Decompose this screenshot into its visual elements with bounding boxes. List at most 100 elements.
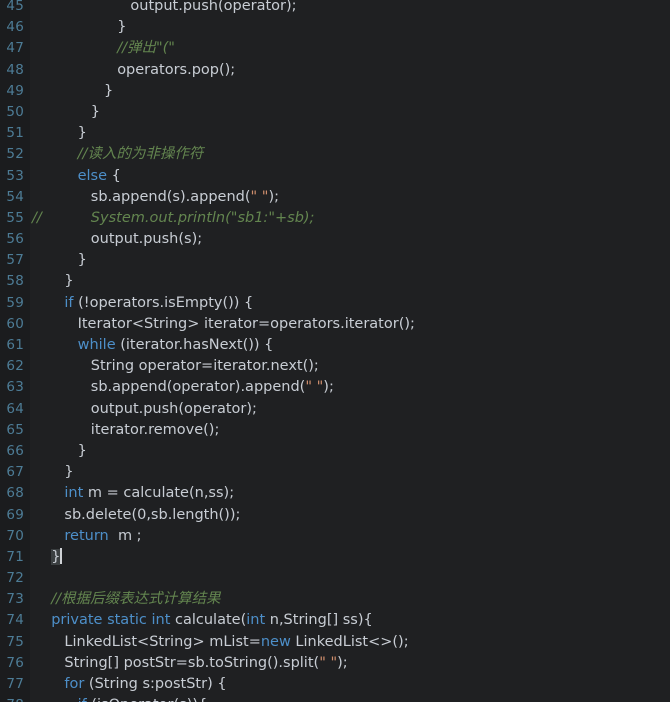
code-token-kw: if bbox=[64, 294, 74, 311]
code-line[interactable]: 64 output.push(operator); bbox=[0, 399, 670, 420]
line-number: 77 bbox=[6, 676, 24, 692]
code-token-kw: for bbox=[64, 676, 85, 692]
line-number: 64 bbox=[6, 400, 24, 417]
code-line[interactable]: 53 else { bbox=[0, 166, 670, 187]
code-token-plain: LinkedList<String> mList= bbox=[64, 633, 261, 650]
code-line[interactable]: 65 iterator.remove(); bbox=[0, 420, 670, 441]
code-token-cmt: //弹出"(" bbox=[117, 40, 175, 57]
code-line[interactable]: 50} bbox=[0, 102, 670, 123]
code-token-plain: ); bbox=[323, 379, 334, 396]
code-content-area[interactable]: 45 output.push(operator); 46} 47 //弹出"(" 48 op… bbox=[0, 0, 670, 702]
code-line-text: } bbox=[38, 441, 87, 462]
line-number: 62 bbox=[6, 358, 24, 375]
code-line-text: if (!operators.isEmpty()) { bbox=[38, 293, 253, 314]
code-line[interactable]: 52 //读入的为非操作符 bbox=[0, 144, 670, 165]
code-token-plain: sb.delete(0,sb.length()); bbox=[64, 506, 241, 523]
code-token-kw: if bbox=[78, 697, 87, 702]
line-number: 75 bbox=[6, 633, 24, 650]
code-line[interactable]: 51} bbox=[0, 123, 670, 144]
code-line[interactable]: 67} bbox=[0, 462, 670, 483]
code-line[interactable]: 66} bbox=[0, 441, 670, 462]
code-line[interactable]: 48 operators.pop(); bbox=[0, 60, 670, 81]
code-token-plain: (iterator.hasNext()) { bbox=[115, 337, 274, 353]
code-line[interactable]: 71} bbox=[0, 547, 670, 568]
code-line[interactable]: 45 output.push(operator); bbox=[0, 0, 670, 17]
code-line[interactable]: 76 String[] postStr=sb.toString().split("… bbox=[0, 653, 670, 674]
line-number: 45 bbox=[6, 0, 24, 14]
code-token-cmt: System.out.println("sb1:"+sb); bbox=[90, 209, 315, 226]
code-line-text: String[] postStr=sb.toString().split(" "… bbox=[38, 653, 347, 674]
code-line[interactable]: 58} bbox=[0, 271, 670, 292]
code-line[interactable]: 70 return m ; bbox=[0, 526, 670, 547]
code-line[interactable]: 60 Iterator<String> iterator=operators.it… bbox=[0, 314, 670, 335]
code-token-kw: private static int bbox=[51, 612, 171, 629]
code-line-text: } bbox=[38, 250, 87, 271]
code-line[interactable]: 62 String operator=iterator.next(); bbox=[0, 356, 670, 377]
line-number: 71 bbox=[6, 548, 24, 565]
code-line-text: output.push(operator); bbox=[38, 0, 297, 17]
line-number: 76 bbox=[6, 654, 24, 671]
code-line[interactable]: 61 while (iterator.hasNext()) { bbox=[0, 335, 670, 356]
code-line-text: sb.append(operator).append(" "); bbox=[38, 377, 334, 398]
line-number: 50 bbox=[6, 103, 24, 120]
code-line-text: } bbox=[38, 547, 62, 568]
code-line-text: } bbox=[38, 81, 113, 102]
line-number: 51 bbox=[6, 125, 24, 142]
code-line[interactable]: 56 output.push(s); bbox=[0, 229, 670, 250]
code-line-text: else { bbox=[38, 166, 121, 187]
code-line-text: while (iterator.hasNext()) { bbox=[38, 335, 274, 356]
code-token-plain: } bbox=[77, 442, 87, 459]
code-token-str: " " bbox=[305, 379, 324, 396]
code-line-text: } bbox=[38, 102, 100, 123]
code-line[interactable]: 73 //根据后缀表达式计算结果 bbox=[0, 589, 670, 610]
line-number: 73 bbox=[6, 591, 24, 608]
code-token-plain: } bbox=[77, 252, 87, 269]
line-number: 74 bbox=[6, 612, 24, 629]
line-number: 59 bbox=[6, 294, 24, 311]
code-line[interactable]: 78 if (isOperator(s)){ bbox=[0, 695, 670, 702]
code-line[interactable]: 54 sb.append(s).append(" "); bbox=[0, 187, 670, 208]
code-token-plain: } bbox=[104, 82, 114, 99]
code-line-text: int m = calculate(n,ss); bbox=[38, 483, 234, 504]
line-number: 65 bbox=[6, 421, 24, 438]
code-line[interactable]: 74 private static int calculate(int n,Str… bbox=[0, 610, 670, 631]
line-number: 54 bbox=[6, 188, 24, 205]
code-token-cmt: //读入的为非操作符 bbox=[77, 146, 204, 163]
code-line[interactable]: 55//System.out.println("sb1:"+sb); bbox=[0, 208, 670, 229]
code-line[interactable]: 63 sb.append(operator).append(" "); bbox=[0, 377, 670, 398]
code-line-text: System.out.println("sb1:"+sb); bbox=[38, 208, 315, 229]
code-token-plain: sb.append(operator).append( bbox=[90, 379, 306, 396]
code-token-plain: } bbox=[64, 464, 74, 481]
line-number: 46 bbox=[6, 19, 24, 36]
line-number: 56 bbox=[6, 231, 24, 248]
code-token-plain: (String s:postStr) { bbox=[84, 676, 227, 692]
code-line[interactable]: 49} bbox=[0, 81, 670, 102]
code-token-plain: n,String[] ss){ bbox=[265, 612, 373, 629]
code-token-plain: output.push(operator); bbox=[130, 0, 297, 14]
code-line[interactable]: 57} bbox=[0, 250, 670, 271]
code-line[interactable]: 77 for (String s:postStr) { bbox=[0, 674, 670, 695]
line-number: 57 bbox=[6, 252, 24, 269]
code-token-plain: (!operators.isEmpty()) { bbox=[73, 294, 254, 311]
code-token-cmt: //根据后缀表达式计算结果 bbox=[51, 591, 221, 608]
code-line-text: //弹出"(" bbox=[38, 38, 175, 59]
code-line-text: return m ; bbox=[38, 526, 141, 547]
code-line[interactable]: 72 bbox=[0, 568, 670, 589]
line-number: 60 bbox=[6, 315, 24, 332]
code-line[interactable]: 59 if (!operators.isEmpty()) { bbox=[0, 293, 670, 314]
line-number: 53 bbox=[6, 167, 24, 184]
code-line[interactable]: 68 int m = calculate(n,ss); bbox=[0, 483, 670, 504]
line-number: 69 bbox=[6, 506, 24, 523]
code-line[interactable]: 46} bbox=[0, 17, 670, 38]
code-line[interactable]: 69 sb.delete(0,sb.length()); bbox=[0, 505, 670, 526]
line-number: 72 bbox=[6, 570, 24, 587]
code-token-str: " " bbox=[250, 188, 269, 205]
code-line[interactable]: 47 //弹出"(" bbox=[0, 38, 670, 59]
code-token-kw: new bbox=[260, 633, 291, 650]
line-number: 47 bbox=[6, 40, 24, 57]
code-line-text: } bbox=[38, 123, 87, 144]
code-line[interactable]: 75 LinkedList<String> mList=new LinkedLis… bbox=[0, 632, 670, 653]
code-line-text: output.push(operator); bbox=[38, 399, 257, 420]
code-token-plain: Iterator<String> iterator=operators.iter… bbox=[77, 315, 415, 332]
code-editor[interactable]: 45 output.push(operator); 46} 47 //弹出"(" 48 op… bbox=[0, 0, 670, 702]
